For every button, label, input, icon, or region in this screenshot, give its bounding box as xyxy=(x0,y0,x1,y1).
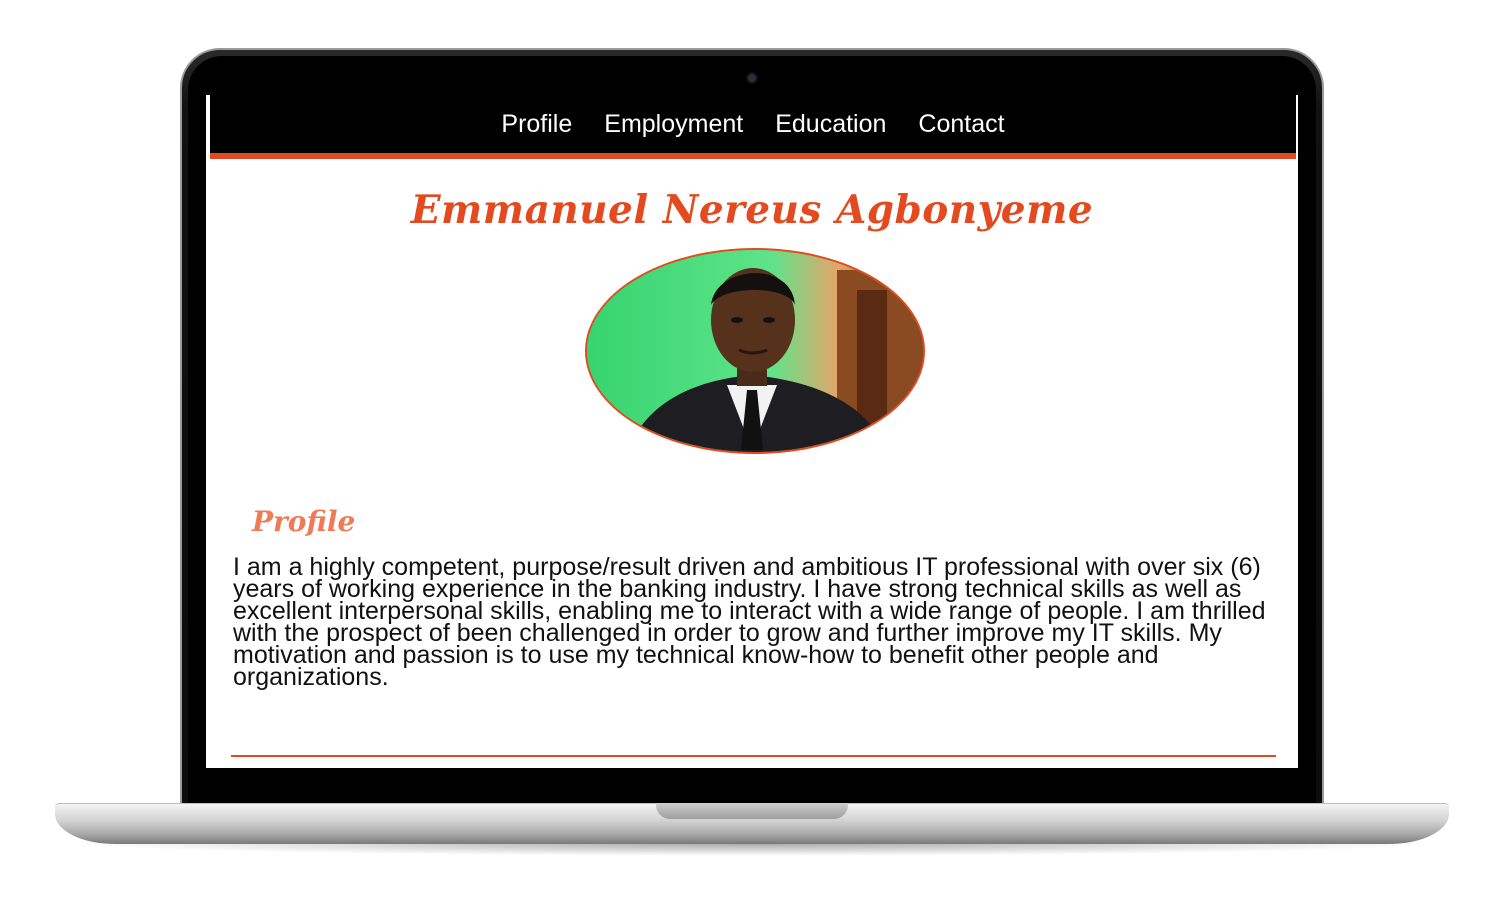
section-divider xyxy=(231,755,1276,757)
nav-employment[interactable]: Employment xyxy=(604,110,743,139)
laptop-mockup: Profile Employment Education Contact Emm… xyxy=(0,0,1500,901)
top-navbar: Profile Employment Education Contact xyxy=(210,95,1296,159)
profile-photo xyxy=(585,248,925,454)
nav-education[interactable]: Education xyxy=(775,110,886,139)
nav-contact[interactable]: Contact xyxy=(918,110,1004,139)
laptop-opening-notch xyxy=(656,803,848,819)
person-name: Emmanuel Nereus Agbonyeme xyxy=(410,187,1094,233)
nav-profile[interactable]: Profile xyxy=(501,110,572,139)
website-screen: Profile Employment Education Contact Emm… xyxy=(206,95,1298,768)
profile-heading: Profile xyxy=(252,505,356,538)
profile-description: I am a highly competent, purpose/result … xyxy=(233,553,1266,691)
camera-icon xyxy=(748,74,756,82)
profile-photo-image xyxy=(587,250,923,452)
